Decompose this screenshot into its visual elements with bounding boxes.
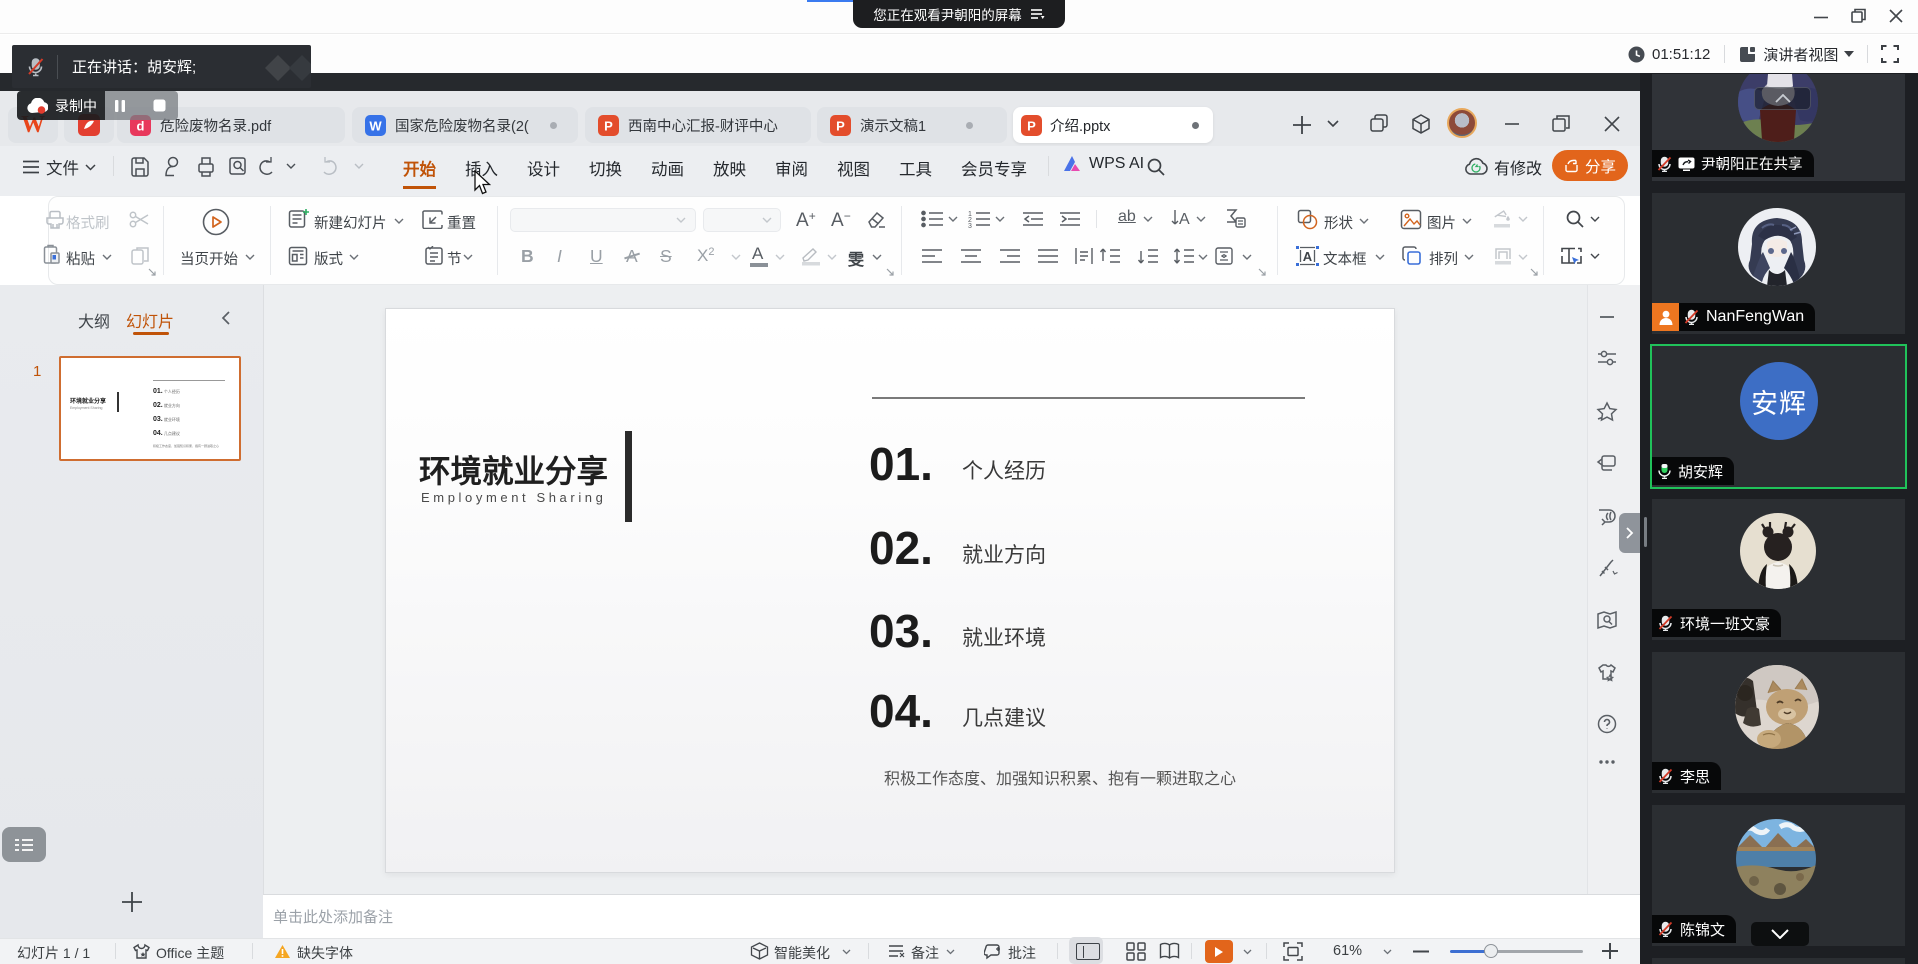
svg-text:P: P (604, 118, 613, 133)
svg-text:P: P (836, 118, 845, 133)
svg-text:A: A (1303, 249, 1313, 264)
svg-text:P: P (1027, 118, 1036, 133)
svg-text:d: d (137, 118, 145, 133)
svg-text:A: A (1179, 211, 1190, 228)
svg-text:3: 3 (968, 223, 972, 228)
svg-text:W: W (369, 118, 382, 133)
